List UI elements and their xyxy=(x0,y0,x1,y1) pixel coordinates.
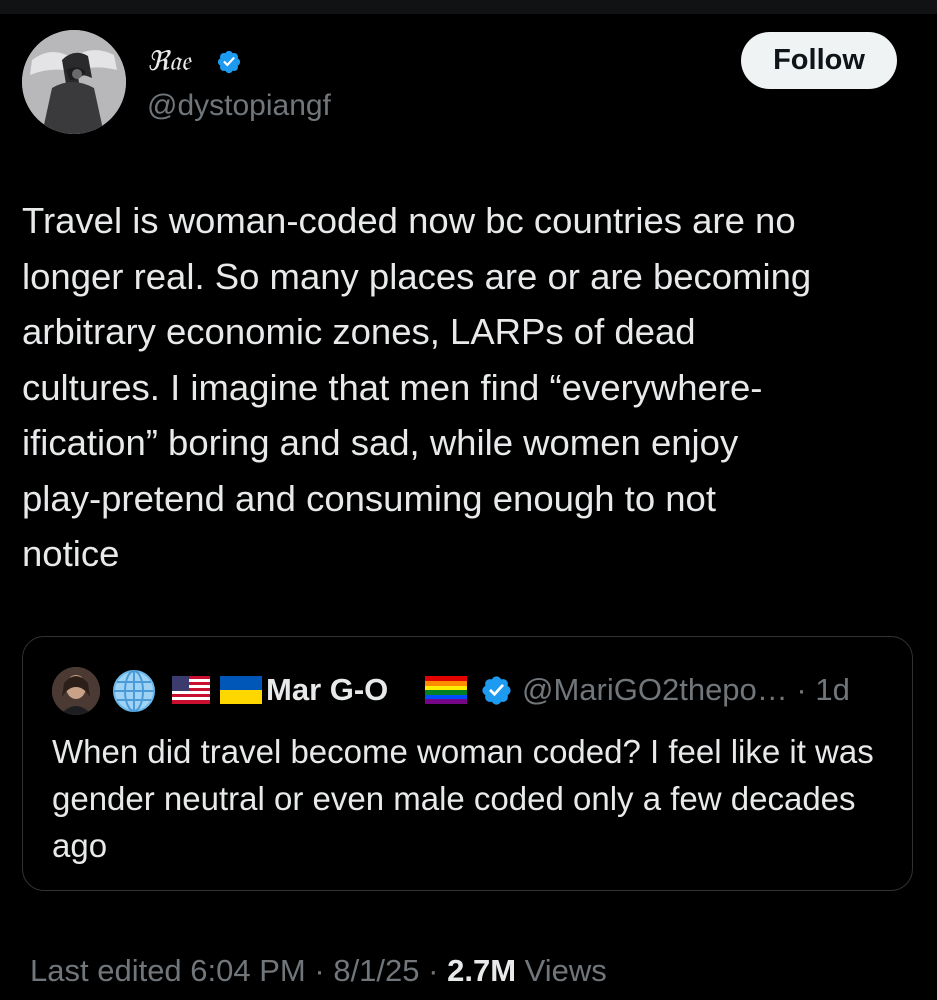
footer-separator: · xyxy=(428,953,439,988)
edited-label[interactable]: Last edited xyxy=(30,953,182,988)
views-label[interactable]: Views xyxy=(525,953,607,988)
footer-separator: · xyxy=(314,953,325,988)
quoted-author-handle[interactable]: @MariGO2thepo… xyxy=(522,672,788,707)
follow-button[interactable]: Follow xyxy=(741,32,897,89)
views-count[interactable]: 2.7M xyxy=(447,953,516,988)
quoted-avatar-photo-icon xyxy=(52,667,100,715)
globe-icon xyxy=(112,669,156,713)
verified-badge-icon[interactable] xyxy=(216,49,242,75)
quoted-handle-and-time[interactable]: @MariGO2thepo… · 1d xyxy=(522,670,850,710)
tweet-footer: Last edited 6:04 PM · 8/1/25 · 2.7M View… xyxy=(30,950,607,992)
avatar-photo-icon xyxy=(22,30,126,134)
author-name[interactable]: ℜ𝔞𝔢 xyxy=(147,44,191,80)
author-handle[interactable]: @dystopiangf xyxy=(147,86,331,126)
status-strip xyxy=(0,0,937,14)
author-avatar[interactable] xyxy=(22,30,126,134)
quoted-verified-badge-icon[interactable] xyxy=(480,674,513,707)
quoted-timestamp[interactable]: 1d xyxy=(815,672,849,707)
quoted-separator: · xyxy=(796,672,807,707)
us-flag-icon xyxy=(172,676,210,704)
tweet-time[interactable]: 6:04 PM xyxy=(190,953,305,988)
quoted-author-name[interactable]: Mar G-O xyxy=(266,670,388,710)
tweet-date[interactable]: 8/1/25 xyxy=(333,953,419,988)
quoted-tweet-text: When did travel become woman coded? I fe… xyxy=(52,733,874,864)
ukraine-flag-icon xyxy=(220,676,262,704)
pride-flag-icon xyxy=(425,676,467,704)
quoted-author-avatar[interactable] xyxy=(52,667,100,715)
tweet-text: Travel is woman-coded now bc countries a… xyxy=(22,200,812,574)
